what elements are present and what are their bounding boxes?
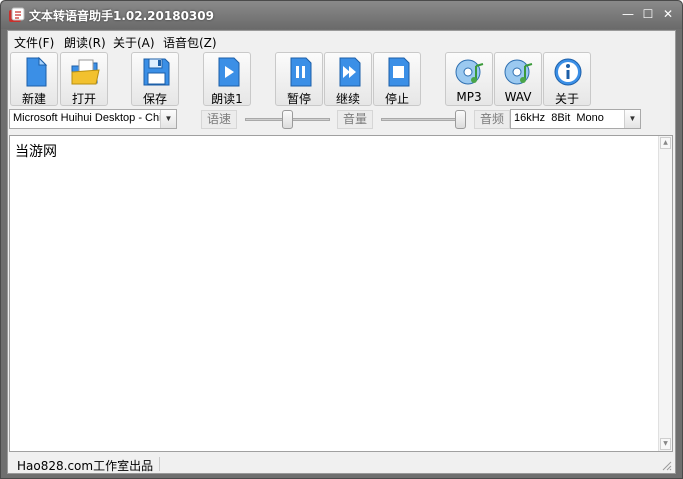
client-area: 文件(F) 朗读(R) 关于(A) 语音包(Z) 新建 打开 保存 朗读1 暂停… <box>7 30 676 474</box>
wav-button-label: WAV <box>504 90 532 104</box>
voice-select[interactable]: Microsoft Huihui Desktop - Chinese ▼ <box>9 109 177 129</box>
audio-format-select[interactable]: 16kHz 8Bit Mono ▼ <box>510 109 641 129</box>
resize-grip-icon[interactable] <box>661 460 672 471</box>
wav-button[interactable]: WAV <box>494 52 542 106</box>
stop-button-label: 停止 <box>384 92 409 106</box>
audio-label: 音频 <box>474 110 510 129</box>
text-editor[interactable]: 当游网 ▲ ▼ <box>9 135 673 452</box>
menu-read[interactable]: 朗读(R) <box>62 34 108 51</box>
options-row: Microsoft Huihui Desktop - Chinese ▼ 语速 … <box>8 109 675 131</box>
open-button-label: 打开 <box>71 92 96 106</box>
maximize-button[interactable]: ☐ <box>639 5 657 23</box>
speed-label: 语速 <box>201 110 237 129</box>
pause-button[interactable]: 暂停 <box>275 52 323 106</box>
wav-disc-icon <box>504 59 533 85</box>
fast-forward-icon <box>339 57 361 87</box>
chevron-down-icon[interactable]: ▼ <box>624 110 640 128</box>
title-bar[interactable]: 文本转语音助手1.02.20180309 — ☐ ✕ <box>1 1 682 29</box>
continue-button[interactable]: 继续 <box>324 52 372 106</box>
speed-slider-thumb[interactable] <box>282 110 293 129</box>
menu-about[interactable]: 关于(A) <box>111 34 157 51</box>
status-bar: Hao828.com工作室出品 <box>8 455 675 473</box>
about-button[interactable]: 关于 <box>543 52 591 106</box>
play-icon <box>218 57 240 87</box>
vertical-scrollbar[interactable]: ▲ ▼ <box>658 136 672 451</box>
volume-label: 音量 <box>337 110 373 129</box>
pause-icon <box>290 57 312 87</box>
new-button-label: 新建 <box>21 92 46 106</box>
save-button-label: 保存 <box>142 92 167 106</box>
stop-button[interactable]: 停止 <box>373 52 421 106</box>
menu-voice-pack[interactable]: 语音包(Z) <box>161 34 219 51</box>
mp3-button[interactable]: MP3 <box>445 52 493 106</box>
about-button-label: 关于 <box>554 92 579 106</box>
menu-bar: 文件(F) 朗读(R) 关于(A) 语音包(Z) <box>8 31 675 51</box>
status-separator <box>159 457 160 471</box>
volume-slider-thumb[interactable] <box>455 110 466 129</box>
chevron-down-icon[interactable]: ▼ <box>160 110 176 128</box>
minimize-button[interactable]: — <box>619 5 637 23</box>
menu-file[interactable]: 文件(F) <box>12 34 56 51</box>
status-text: Hao828.com工作室出品 <box>17 459 154 473</box>
pause-button-label: 暂停 <box>286 92 311 106</box>
scroll-down-icon[interactable]: ▼ <box>660 438 671 450</box>
open-button[interactable]: 打开 <box>60 52 108 106</box>
toolbar: 新建 打开 保存 朗读1 暂停 继续 停止 MP3 WAV 关于 <box>8 51 675 107</box>
mp3-disc-icon <box>455 59 484 85</box>
mp3-button-label: MP3 <box>456 90 482 104</box>
read-button[interactable]: 朗读1 <box>203 52 251 106</box>
scroll-up-icon[interactable]: ▲ <box>660 137 671 149</box>
continue-button-label: 继续 <box>335 92 360 106</box>
read-button-label: 朗读1 <box>211 92 243 106</box>
audio-format-value: 16kHz 8Bit Mono <box>514 112 604 124</box>
volume-slider-track[interactable] <box>381 118 466 121</box>
new-document-icon <box>26 56 48 87</box>
app-window: 文本转语音助手1.02.20180309 — ☐ ✕ 文件(F) 朗读(R) 关… <box>0 0 683 479</box>
app-icon <box>9 7 25 22</box>
editor-content[interactable]: 当游网 <box>15 141 57 161</box>
voice-select-value: Microsoft Huihui Desktop - Chinese <box>13 112 177 124</box>
stop-icon <box>388 57 410 87</box>
close-button[interactable]: ✕ <box>659 5 677 23</box>
save-button[interactable]: 保存 <box>131 52 179 106</box>
info-icon <box>554 58 582 86</box>
open-folder-icon <box>71 59 100 85</box>
new-button[interactable]: 新建 <box>10 52 58 106</box>
window-title: 文本转语音助手1.02.20180309 <box>29 9 214 23</box>
floppy-disk-icon <box>143 58 170 86</box>
